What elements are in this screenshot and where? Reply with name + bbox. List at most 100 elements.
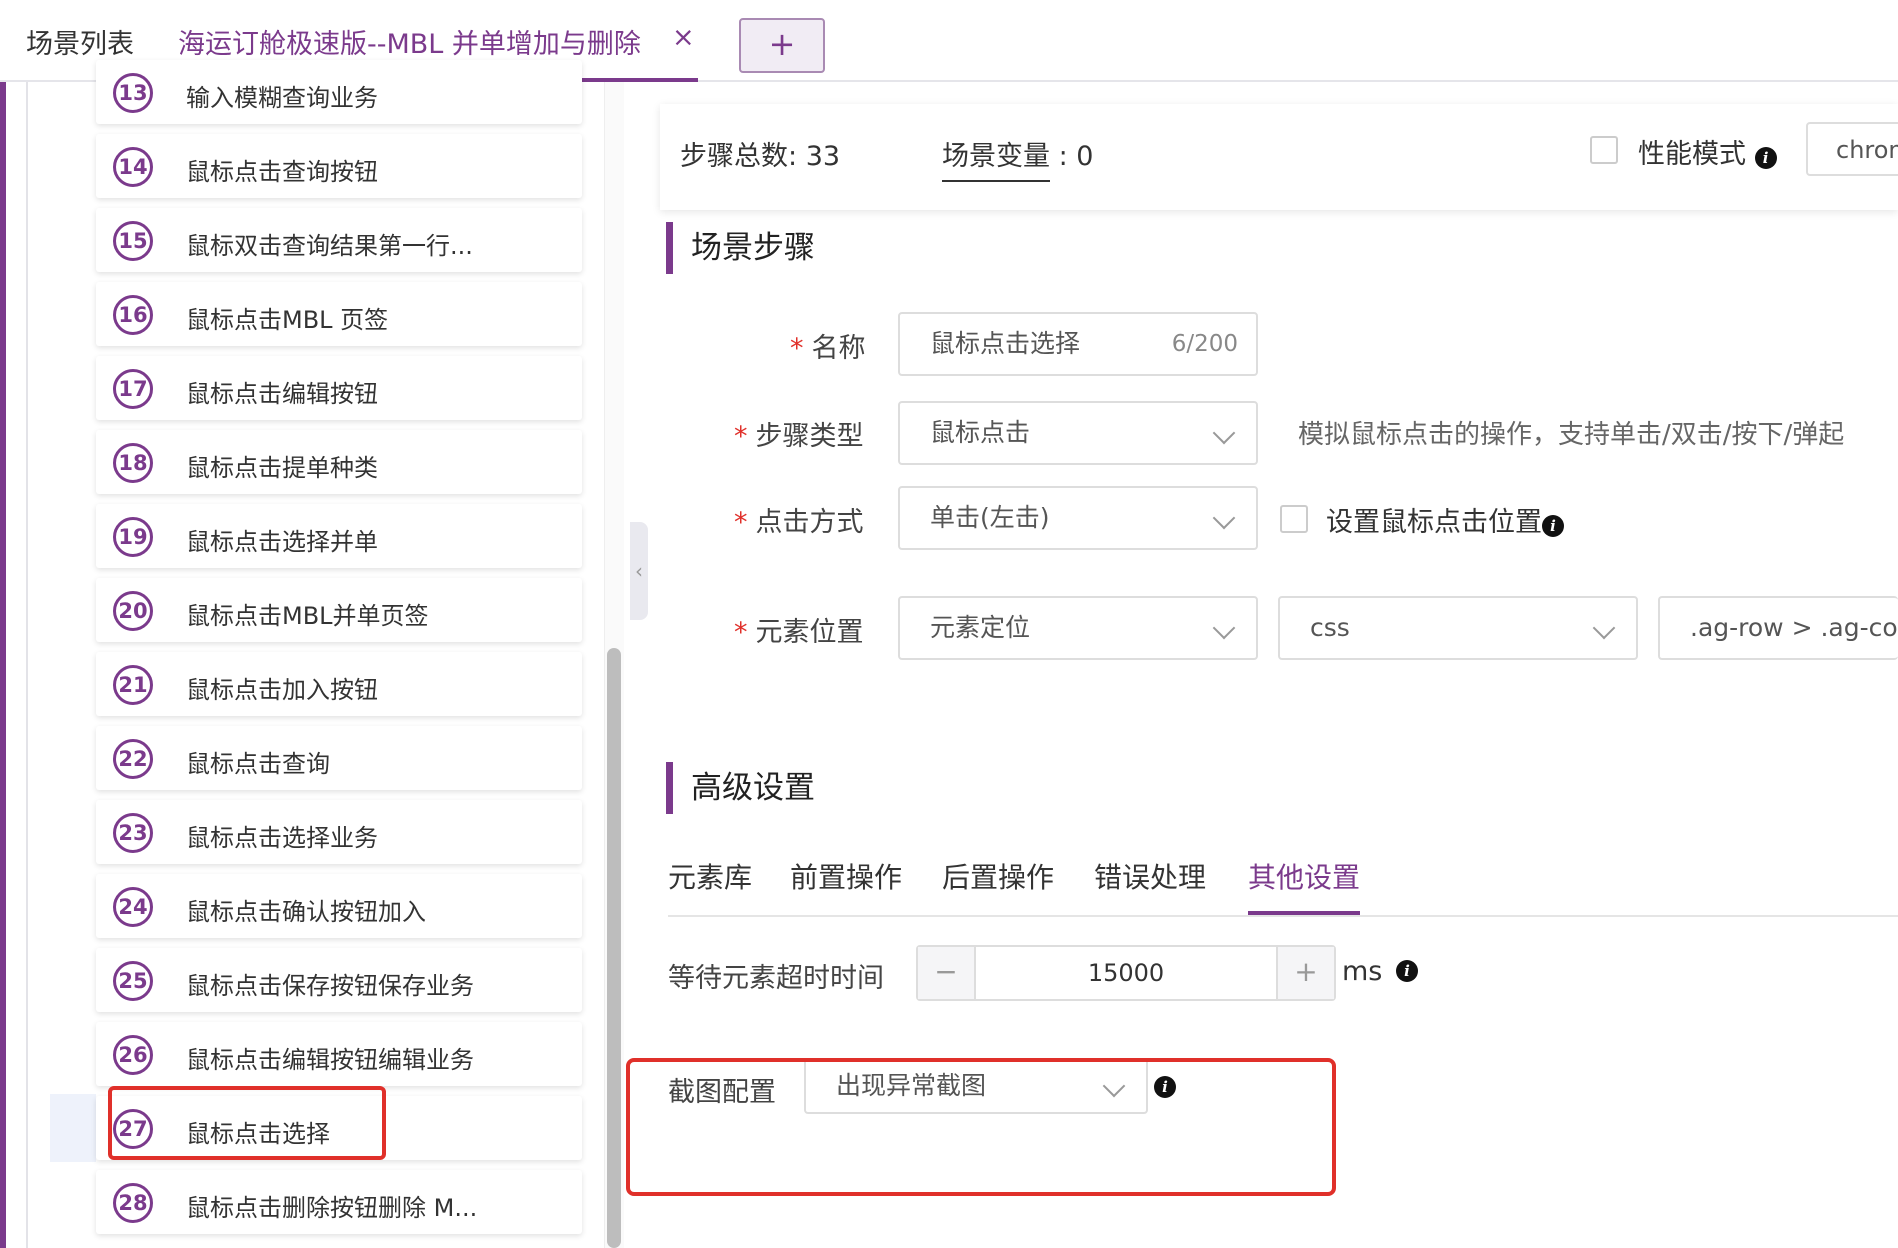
- step-number: 17: [113, 369, 153, 409]
- name-label: * 名称: [790, 333, 866, 364]
- step-label: 鼠标点击选择并单: [186, 528, 378, 556]
- summary-card: 步骤总数: 33 场景变量 : 0 性能模式 i chrome: [660, 104, 1898, 210]
- step-number: 20: [113, 591, 153, 631]
- element-pos-select[interactable]: 元素定位: [898, 596, 1258, 660]
- tab-scene-active[interactable]: 海运订舱极速版--MBL 并单增加与删除: [178, 22, 641, 61]
- step-type-hint: 模拟鼠标点击的操作，支持单击/双击/按下/弹起: [1298, 420, 1845, 450]
- step-type-label: * 步骤类型: [734, 421, 864, 452]
- step-item[interactable]: 17 鼠标点击编辑按钮: [96, 356, 582, 420]
- selected-row-marker: [50, 1094, 96, 1162]
- step-label: 鼠标点击加入按钮: [186, 676, 378, 704]
- step-number: 22: [113, 739, 153, 779]
- close-icon[interactable]: ×: [672, 22, 695, 53]
- step-number: 18: [113, 443, 153, 483]
- steps-total-value: 33: [805, 141, 841, 172]
- scrollbar-thumb[interactable]: [607, 648, 621, 1248]
- collapse-panel-handle[interactable]: ‹: [630, 522, 648, 620]
- step-item[interactable]: 21 鼠标点击加入按钮: [96, 652, 582, 716]
- step-type-value: 鼠标点击: [930, 418, 1031, 447]
- step-label: 鼠标点击删除按钮删除 M...: [186, 1194, 478, 1222]
- step-label: 鼠标点击选择业务: [186, 824, 378, 852]
- highlight-box-screenshot: [626, 1058, 1336, 1196]
- step-item[interactable]: 20 鼠标点击MBL并单页签: [96, 578, 582, 642]
- advanced-tab[interactable]: 其他设置: [1248, 856, 1360, 896]
- perf-mode-label: 性能模式: [1638, 139, 1746, 170]
- chevron-down-icon: [1212, 506, 1236, 530]
- step-label: 输入模糊查询业务: [186, 84, 378, 112]
- scene-vars-value: 0: [1076, 141, 1094, 172]
- scene-vars-label[interactable]: 场景变量: [942, 141, 1050, 182]
- steps-total: 步骤总数: 33: [680, 134, 840, 173]
- browser-select[interactable]: chrome: [1806, 122, 1898, 176]
- decrement-button[interactable]: −: [918, 947, 976, 999]
- set-position-checkbox[interactable]: [1280, 505, 1308, 533]
- step-label: 鼠标点击编辑按钮编辑业务: [186, 1046, 474, 1074]
- step-number: 16: [113, 295, 153, 335]
- increment-button[interactable]: +: [1276, 947, 1334, 999]
- advanced-tab[interactable]: 后置操作: [942, 856, 1054, 896]
- perf-mode-checkbox[interactable]: [1590, 136, 1618, 164]
- element-pos-label: * 元素位置: [734, 617, 864, 648]
- step-item[interactable]: 25 鼠标点击保存按钮保存业务: [96, 948, 582, 1012]
- section-title-advanced: 高级设置: [666, 762, 815, 814]
- wait-timeout-unit: ms: [1342, 956, 1383, 987]
- step-item[interactable]: 22 鼠标点击查询: [96, 726, 582, 790]
- step-item[interactable]: 13 输入模糊查询业务: [96, 60, 582, 124]
- step-label: 鼠标双击查询结果第一行...: [186, 232, 473, 260]
- left-accent-edge: [0, 82, 6, 1248]
- step-item[interactable]: 19 鼠标点击选择并单: [96, 504, 582, 568]
- step-number: 15: [113, 221, 153, 261]
- step-label: 鼠标点击编辑按钮: [186, 380, 378, 408]
- step-label: 鼠标点击确认按钮加入: [186, 898, 426, 926]
- step-item[interactable]: 15 鼠标双击查询结果第一行...: [96, 208, 582, 272]
- tab-scene-list[interactable]: 场景列表: [26, 22, 134, 61]
- step-label: 鼠标点击查询按钮: [186, 158, 378, 186]
- chevron-down-icon: [1212, 421, 1236, 445]
- step-item[interactable]: 28 鼠标点击删除按钮删除 M...: [96, 1170, 582, 1234]
- advanced-tab[interactable]: 错误处理: [1094, 856, 1206, 896]
- steps-total-label: 步骤总数:: [680, 141, 798, 172]
- step-item[interactable]: 24 鼠标点击确认按钮加入: [96, 874, 582, 938]
- click-mode-select[interactable]: 单击(左击): [898, 486, 1258, 550]
- click-mode-label: * 点击方式: [734, 507, 864, 538]
- set-position: 设置鼠标点击位置 i: [1326, 500, 1564, 539]
- wait-timeout-label: 等待元素超时时间: [668, 963, 884, 994]
- step-item[interactable]: 16 鼠标点击MBL 页签: [96, 282, 582, 346]
- scene-vars-sep: :: [1058, 141, 1068, 172]
- step-item[interactable]: 14 鼠标点击查询按钮: [96, 134, 582, 198]
- name-input[interactable]: 鼠标点击选择 6/200: [898, 312, 1258, 376]
- step-label: 鼠标点击MBL并单页签: [186, 602, 429, 630]
- step-number: 23: [113, 813, 153, 853]
- step-item[interactable]: 26 鼠标点击编辑按钮编辑业务: [96, 1022, 582, 1086]
- step-type-select[interactable]: 鼠标点击: [898, 401, 1258, 465]
- locator-expr-input[interactable]: .ag-row > .ag-column: [1658, 596, 1898, 660]
- info-icon[interactable]: i: [1754, 147, 1777, 169]
- step-number: 28: [113, 1183, 153, 1223]
- add-tab-button[interactable]: +: [739, 18, 825, 73]
- step-label: 鼠标点击查询: [186, 750, 330, 778]
- step-number: 24: [113, 887, 153, 927]
- step-number: 21: [113, 665, 153, 705]
- step-number: 25: [113, 961, 153, 1001]
- step-item[interactable]: 18 鼠标点击提单种类: [96, 430, 582, 494]
- name-counter: 6/200: [1171, 331, 1238, 357]
- step-label: 鼠标点击提单种类: [186, 454, 378, 482]
- highlight-box-step: [108, 1086, 386, 1160]
- scene-vars[interactable]: 场景变量 : 0: [942, 134, 1094, 182]
- step-item[interactable]: 23 鼠标点击选择业务: [96, 800, 582, 864]
- wait-timeout-stepper[interactable]: − 15000 +: [916, 945, 1336, 1001]
- advanced-tab[interactable]: 元素库: [668, 856, 752, 896]
- step-label: 鼠标点击保存按钮保存业务: [186, 972, 474, 1000]
- set-position-label: 设置鼠标点击位置: [1326, 507, 1542, 538]
- chevron-down-icon: [1592, 616, 1616, 640]
- step-number: 26: [113, 1035, 153, 1075]
- section-title-steps: 场景步骤: [666, 222, 815, 274]
- wait-timeout-value[interactable]: 15000: [976, 947, 1276, 999]
- step-label: 鼠标点击MBL 页签: [186, 306, 389, 334]
- step-number: 14: [113, 147, 153, 187]
- name-value: 鼠标点击选择: [930, 329, 1081, 358]
- info-icon[interactable]: i: [1542, 515, 1564, 537]
- advanced-tab[interactable]: 前置操作: [790, 856, 902, 896]
- locator-type-select[interactable]: css: [1278, 596, 1638, 660]
- info-icon[interactable]: i: [1396, 960, 1418, 982]
